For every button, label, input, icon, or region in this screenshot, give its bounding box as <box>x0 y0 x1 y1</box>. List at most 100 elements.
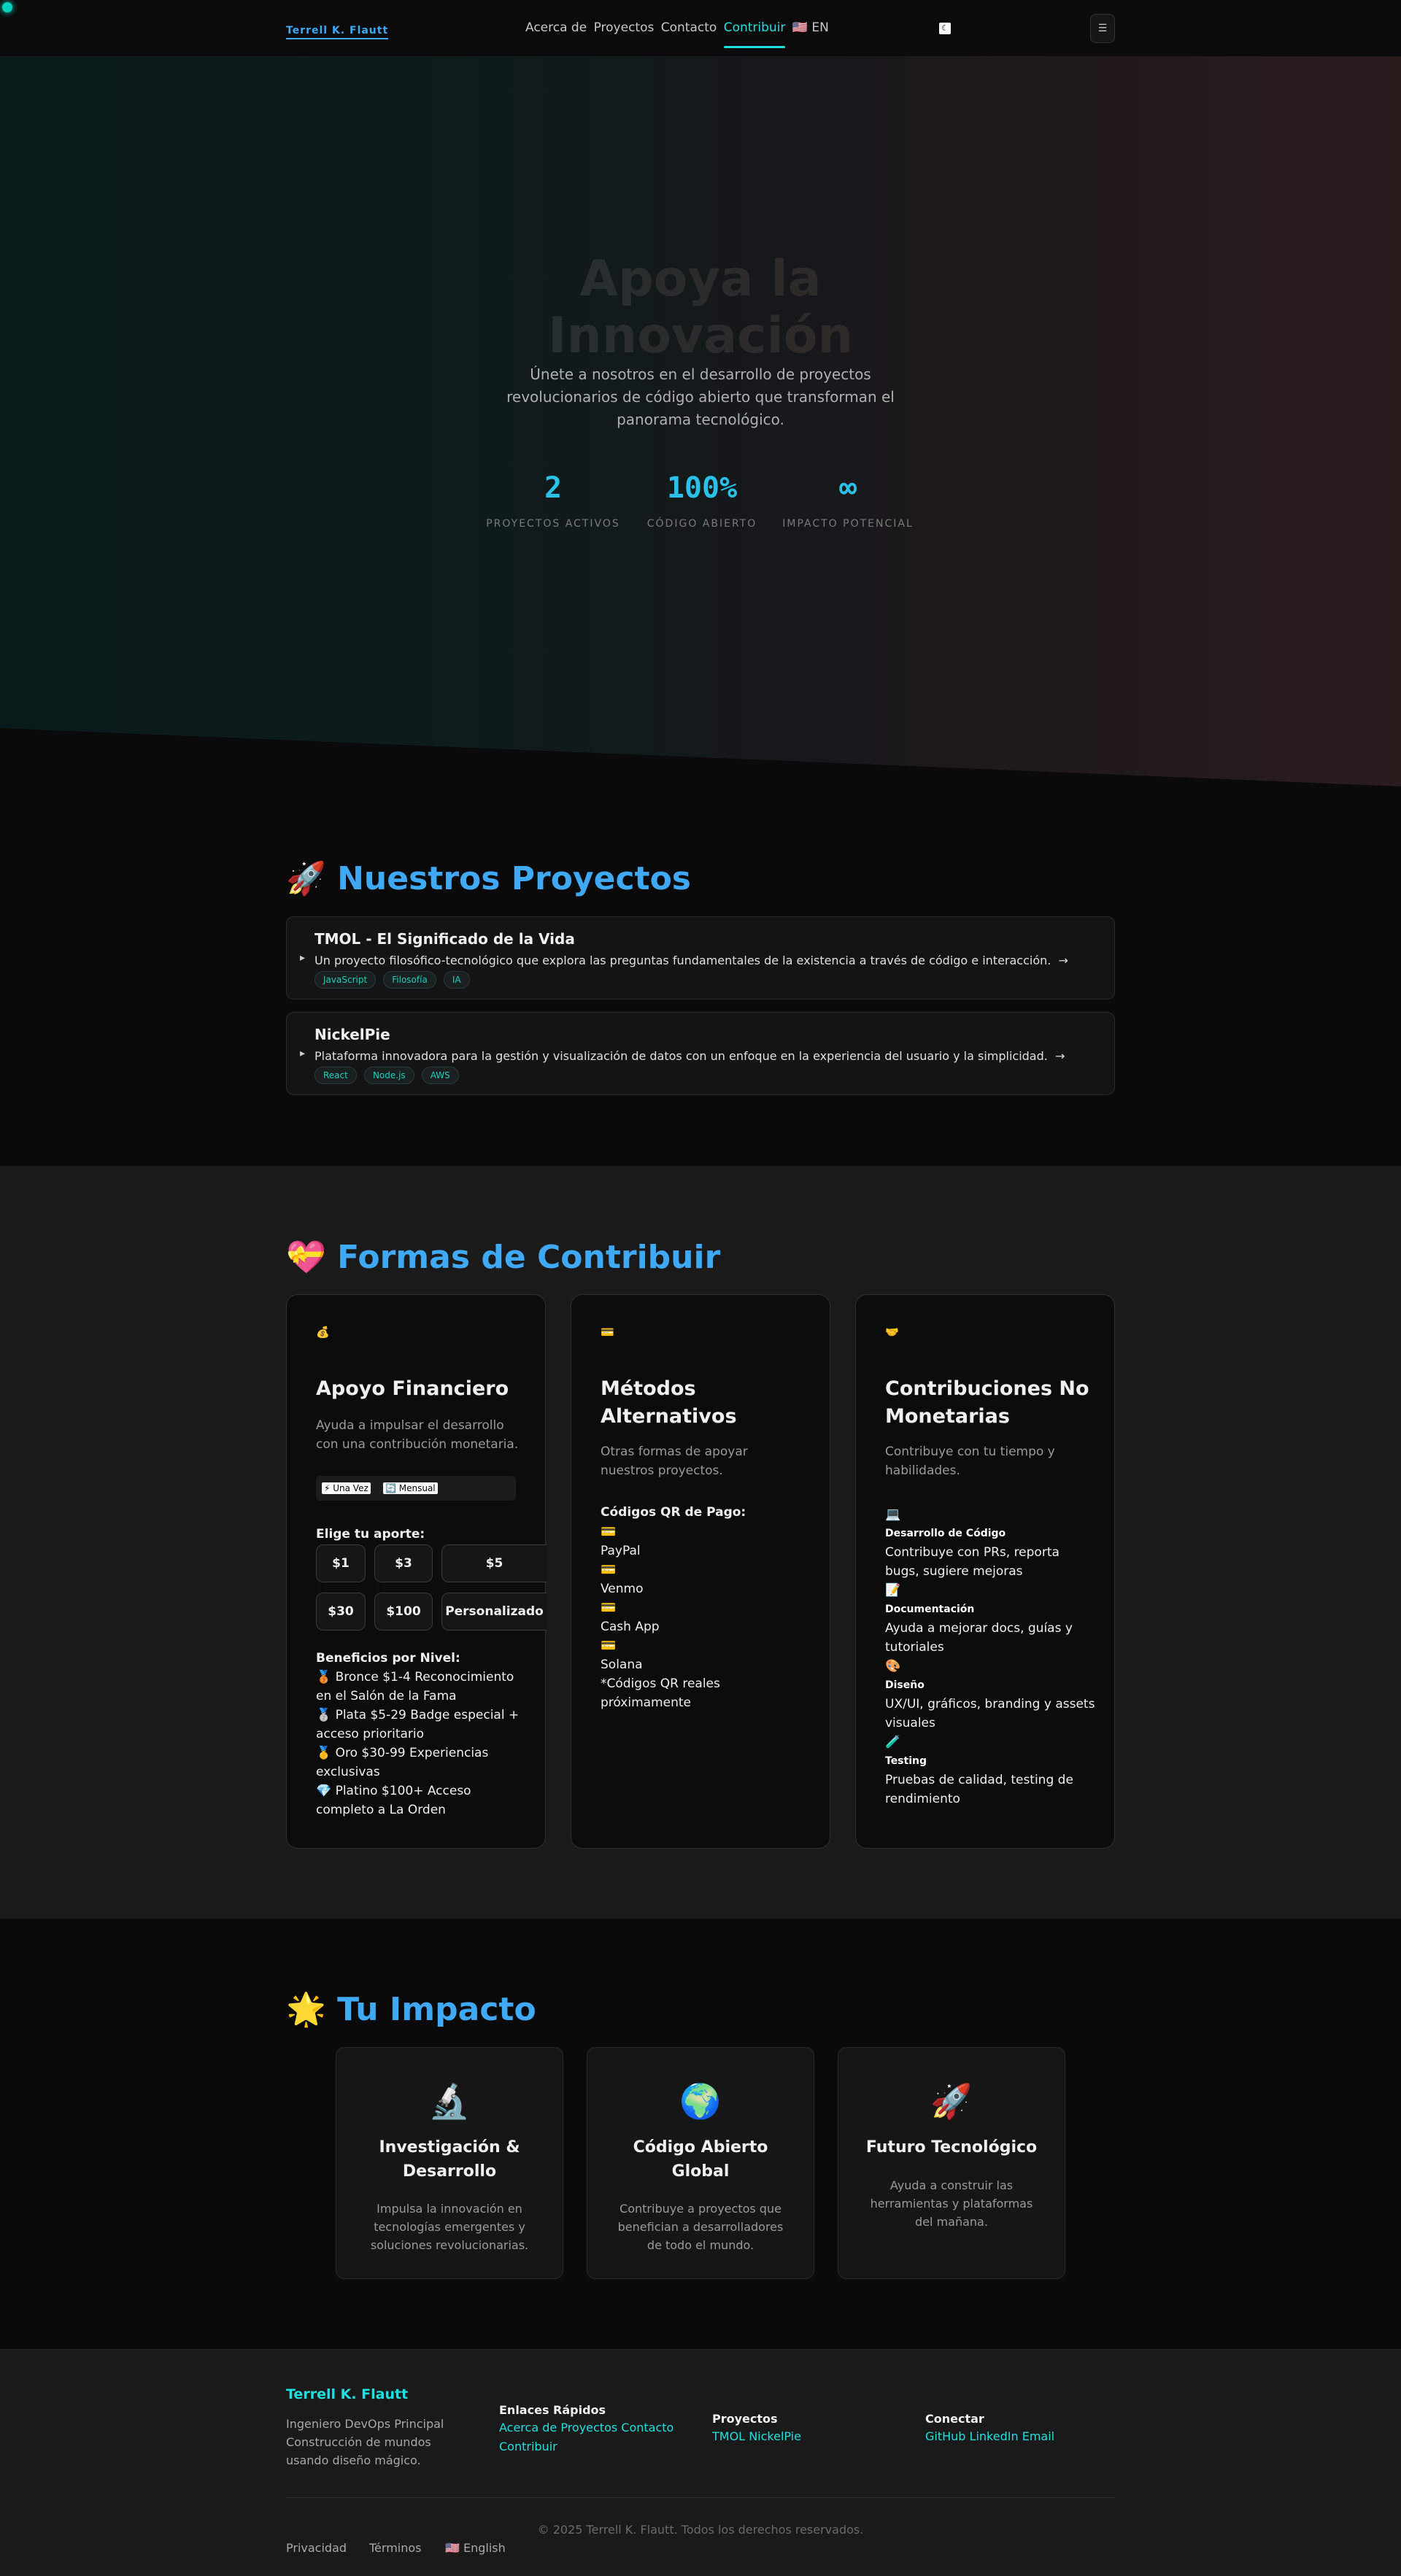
rocket-icon: 🚀 <box>930 2081 973 2121</box>
stat-value: 2 <box>544 471 563 505</box>
toggle-once-button[interactable]: ⚡ Una Vez <box>322 1482 371 1494</box>
tier-bronze: 🥉 Bronce $1-4 Reconocimiento en el Salón… <box>316 1670 514 1703</box>
arrow-right-icon[interactable]: → <box>1055 1049 1065 1063</box>
menu-toggle-button[interactable]: ☰ <box>1090 14 1115 43</box>
amount-5-button[interactable]: $5 <box>441 1544 547 1582</box>
amount-custom-button[interactable]: Personalizado <box>441 1593 547 1631</box>
project-description-text: Plataforma innovadora para la gestión y … <box>314 1049 1048 1063</box>
footer-projects-title: Proyectos <box>712 2412 778 2426</box>
hero-subtitle: Únete a nosotros en el desarrollo de pro… <box>506 365 895 428</box>
qr-icon: 💳 <box>601 1601 617 1615</box>
impact-title: Investigación & Desarrollo <box>379 2138 520 2181</box>
impact-title: Futuro Tecnológico <box>865 2138 1038 2157</box>
footer-connect-title: Conectar <box>925 2412 984 2426</box>
stat-open-source: 100% CÓDIGO ABIERTO <box>622 471 782 530</box>
nav-link-contribute[interactable]: Contribuir <box>724 20 786 35</box>
stat-label: PROYECTOS ACTIVOS <box>486 518 620 530</box>
amount-1-button[interactable]: $1 <box>316 1544 366 1582</box>
arrow-right-icon[interactable]: → <box>1059 954 1068 967</box>
tiers-list: 🥉 Bronce $1-4 Reconocimiento en el Salón… <box>316 1668 528 1819</box>
card-description: Otras formas de apoyar nuestros proyecto… <box>601 1444 748 1478</box>
footer-project-links: TMOL NickelPie <box>712 2427 801 2446</box>
card-title: Contribuciones No Monetarias <box>885 1377 1089 1428</box>
payment-method-cashapp[interactable]: Cash App <box>601 1617 790 1636</box>
nav-link-projects[interactable]: Proyectos <box>594 20 655 35</box>
tier-platinum: 💎 Platino $100+ Acceso completo a La Ord… <box>316 1784 471 1817</box>
nav-link-about[interactable]: Acerca de <box>525 20 587 35</box>
payment-method-paypal[interactable]: PayPal <box>601 1542 790 1560</box>
toggle-monthly-button[interactable]: 🔄 Mensual <box>383 1482 438 1494</box>
amount-100-button[interactable]: $100 <box>374 1593 433 1631</box>
handshake-icon: 🤝 <box>885 1326 899 1339</box>
contribute-heading: 💝 Formas de Contribuir <box>286 1239 721 1276</box>
payment-method-solana[interactable]: Solana <box>601 1655 790 1674</box>
nav-links: Acerca de Proyectos Contacto Contribuir … <box>525 20 832 35</box>
project-tags: React Node.js AWS <box>314 1067 463 1084</box>
footer-link-email[interactable]: Email <box>1022 2429 1054 2443</box>
projects-heading: 🚀 Nuestros Proyectos <box>286 860 691 897</box>
item-text: Contribuye con PRs, reporta bugs, sugier… <box>885 1545 1060 1579</box>
footer-connect-links: GitHub LinkedIn Email <box>925 2427 1054 2446</box>
moon-icon[interactable]: ☾ <box>939 23 951 34</box>
payment-methods-list: 💳 PayPal 💳 Venmo 💳 Cash App 💳 Solana *Có… <box>601 1523 790 1712</box>
qr-icon: 💳 <box>601 1563 617 1577</box>
payment-method-venmo[interactable]: Venmo <box>601 1579 790 1598</box>
nav-link-contact[interactable]: Contacto <box>661 20 717 35</box>
impact-title: Código Abierto Global <box>633 2138 768 2181</box>
item-title: Desarrollo de Código <box>885 1528 1006 1539</box>
qr-icon: 💳 <box>601 1525 617 1539</box>
item-title: Documentación <box>885 1604 975 1615</box>
project-card-nickelpie[interactable]: ▸ NickelPie Plataforma innovadora para l… <box>286 1012 1115 1095</box>
non-monetary-list: 💻 Desarrollo de Código Contribuye con PR… <box>885 1505 1097 1809</box>
footer-link-linkedin[interactable]: LinkedIn <box>970 2429 1019 2443</box>
frequency-toggle: ⚡ Una Vez 🔄 Mensual <box>316 1476 516 1501</box>
impact-card-research: 🔬 Investigación & Desarrollo Impulsa la … <box>336 2047 563 2279</box>
footer-link-projects[interactable]: Proyectos <box>560 2421 617 2434</box>
microscope-icon: 🔬 <box>428 2081 471 2121</box>
non-monetary-card: 🤝 Contribuciones No Monetarias Contribuy… <box>855 1294 1115 1849</box>
amount-3-button[interactable]: $3 <box>374 1544 433 1582</box>
tiers-label: Beneficios por Nivel: <box>316 1651 460 1666</box>
stat-impact: ∞ IMPACTO POTENCIAL <box>768 471 928 530</box>
qr-note: *Códigos QR reales próximamente <box>601 1676 720 1710</box>
tag: IA <box>443 971 470 989</box>
code-icon: 💻 <box>885 1507 901 1522</box>
project-description-text: Un proyecto filosófico-tecnológico que e… <box>314 954 1051 967</box>
stat-label: CÓDIGO ABIERTO <box>647 518 757 530</box>
impact-heading: 🌟 Tu Impacto <box>286 1991 536 2028</box>
test-tube-icon: 🧪 <box>885 1735 901 1749</box>
amount-30-button[interactable]: $30 <box>316 1593 366 1631</box>
footer-quick-links-title: Enlaces Rápidos <box>499 2403 606 2417</box>
menu-icon: ☰ <box>1097 23 1108 34</box>
project-description: Un proyecto filosófico-tecnológico que e… <box>314 954 1068 967</box>
alternative-methods-card: 💳 Métodos Alternativos Otras formas de a… <box>571 1294 830 1849</box>
item-text: Pruebas de calidad, testing de rendimien… <box>885 1773 1073 1806</box>
footer-link-tmol[interactable]: TMOL <box>712 2429 745 2443</box>
footer-link-contact[interactable]: Contacto <box>621 2421 674 2434</box>
tier-gold: 🥇 Oro $30-99 Experiencias exclusivas <box>316 1746 489 1779</box>
footer-link-terms[interactable]: Términos <box>369 2541 422 2555</box>
project-title: NickelPie <box>314 1026 390 1043</box>
status-dot-icon <box>2 2 12 12</box>
impact-text: Contribuye a proyectos que benefician a … <box>617 2202 784 2252</box>
impact-text: Impulsa la innovación en tecnologías eme… <box>370 2202 529 2252</box>
impact-card-future: 🚀 Futuro Tecnológico Ayuda a construir l… <box>838 2047 1065 2279</box>
stat-projects: 2 PROYECTOS ACTIVOS <box>473 471 633 530</box>
footer-link-nickelpie[interactable]: NickelPie <box>749 2429 801 2443</box>
language-switch[interactable]: 🇺🇸 EN <box>792 20 829 35</box>
stat-label: IMPACTO POTENCIAL <box>782 518 914 530</box>
card-description: Ayuda a impulsar el desarrollo con una c… <box>316 1418 519 1452</box>
item-text: UX/UI, gráficos, branding y assets visua… <box>885 1697 1095 1730</box>
footer-link-privacy[interactable]: Privacidad <box>286 2541 347 2555</box>
brand-logo-link[interactable]: Terrell K. Flautt <box>286 25 389 39</box>
footer-language-switch[interactable]: 🇺🇸 English <box>445 2541 506 2555</box>
item-text: Ayuda a mejorar docs, guías y tutoriales <box>885 1621 1073 1655</box>
footer-link-about[interactable]: Acerca de <box>499 2421 557 2434</box>
qr-codes-label: Códigos QR de Pago: <box>601 1505 746 1520</box>
stat-value: 100% <box>666 471 738 505</box>
footer-link-contribute[interactable]: Contribuir <box>499 2440 557 2453</box>
page: { "nav": { "brand": "Terrell K. Flautt",… <box>0 0 1401 2576</box>
project-card-tmol[interactable]: ▸ TMOL - El Significado de la Vida Un pr… <box>286 916 1115 999</box>
footer-link-github[interactable]: GitHub <box>925 2429 965 2443</box>
item-title: Diseño <box>885 1679 925 1691</box>
